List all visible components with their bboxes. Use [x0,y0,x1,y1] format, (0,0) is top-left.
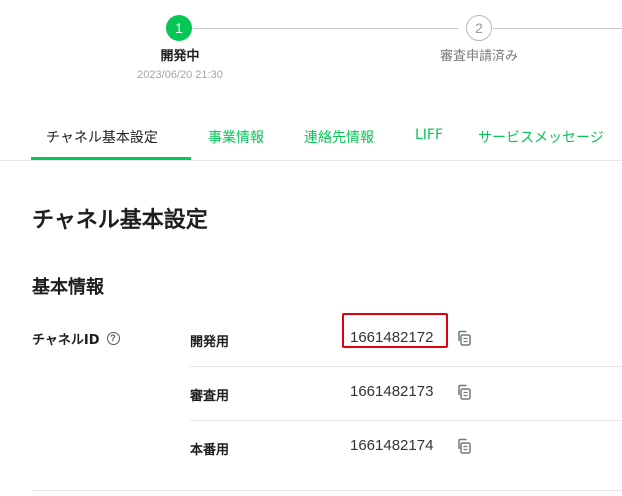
tab-business-info[interactable]: 事業情報 [208,127,264,147]
step-1-circle: 1 [166,15,192,41]
step-2-circle: 2 [466,15,492,41]
stepper-line [493,28,622,29]
row-label-dev: 開発用 [190,335,230,350]
channel-id-row-review: 審査用 1661482173 [190,366,622,420]
channel-id-value-review: 1661482173 [350,383,434,400]
progress-stepper: 1 2 開発中 審査申請済み 2023/06/20 21:30 [0,0,622,90]
tab-contact-info[interactable]: 連絡先情報 [304,127,374,147]
row-label-prod: 本番用 [190,443,230,458]
copy-icon[interactable] [456,438,472,454]
channel-id-value-prod: 1661482174 [350,437,434,454]
step-2-label: 審査申請済み [439,49,518,64]
step-1-date: 2023/06/20 21:30 [137,69,223,81]
channel-id-label: チャネルID ? [32,329,120,348]
help-icon[interactable]: ? [106,332,120,345]
tab-bar: チャネル基本設定 事業情報 連絡先情報 LIFF サービスメッセージ [0,117,622,161]
section-title: 基本情報 [32,277,104,298]
channel-id-value-dev: 1661482172 [350,329,434,346]
stepper-line [193,28,458,29]
copy-icon[interactable] [456,384,472,400]
channel-id-row-prod: 本番用 1661482174 [190,420,622,474]
row-label-review: 審査用 [190,389,230,404]
channel-id-label-text: チャネルID [32,333,100,348]
channel-id-row-dev: 開発用 1661482172 [190,312,622,366]
active-tab-indicator [31,157,191,160]
page-title: チャネル基本設定 [32,208,208,233]
copy-icon[interactable] [456,330,472,346]
step-1-label: 開発中 [160,49,200,64]
tab-service-messages[interactable]: サービスメッセージ [478,127,604,147]
tab-liff[interactable]: LIFF [415,127,443,143]
tab-channel-basic-settings[interactable]: チャネル基本設定 [46,127,158,147]
section-divider [32,490,622,491]
